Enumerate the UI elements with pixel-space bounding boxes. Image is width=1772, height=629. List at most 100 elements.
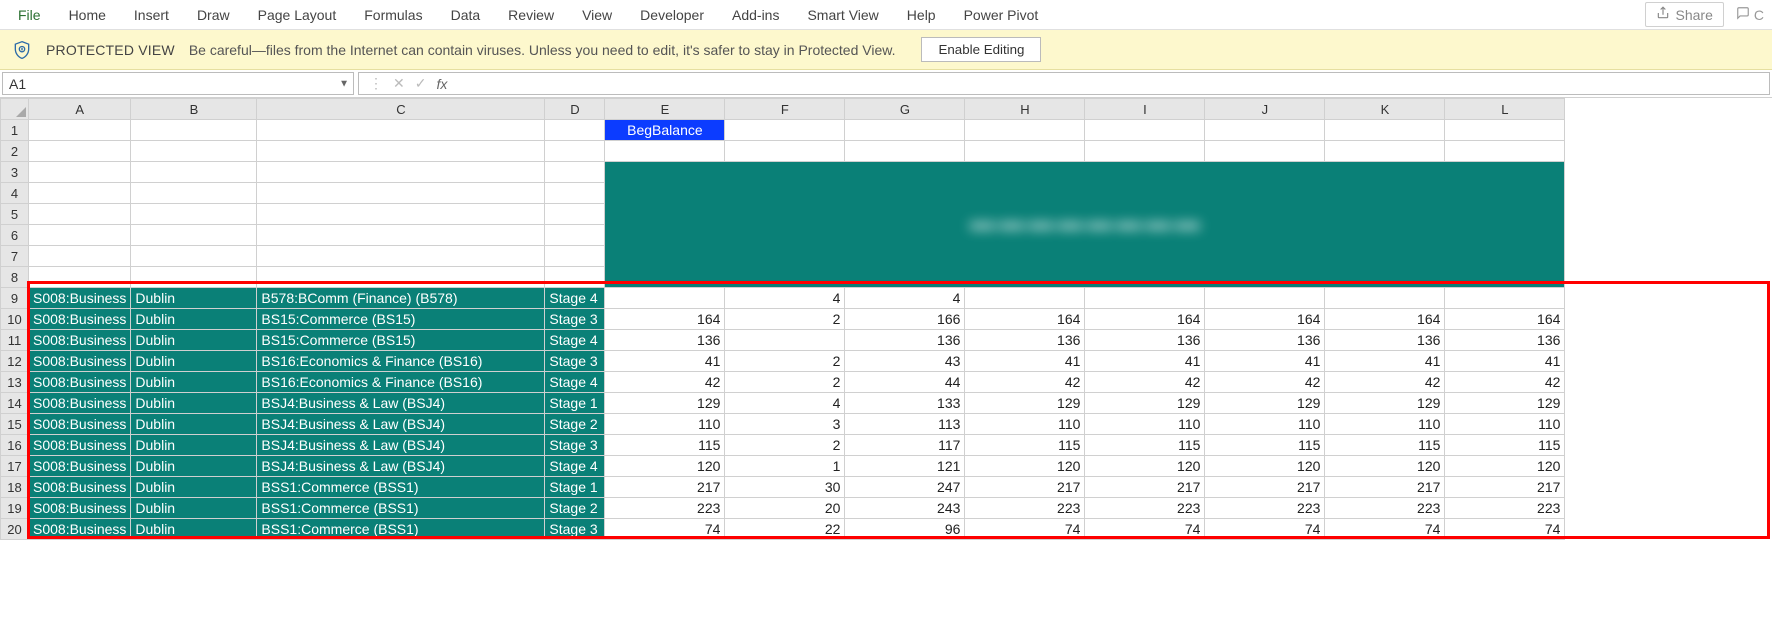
cell[interactable]: 74 (1445, 519, 1565, 540)
col-header-l[interactable]: L (1445, 99, 1565, 120)
cell[interactable] (1085, 288, 1205, 309)
cell[interactable]: 136 (845, 330, 965, 351)
header-band[interactable]: ■■■ ■■■ ■■■ ■■■ ■■■ ■■■ ■■■ ■■■ (605, 162, 1565, 288)
cell[interactable]: 129 (605, 393, 725, 414)
cell[interactable]: 43 (845, 351, 965, 372)
col-header-d[interactable]: D (545, 99, 605, 120)
cell[interactable]: Stage 3 (545, 435, 605, 456)
cell[interactable]: 136 (965, 330, 1085, 351)
cell[interactable]: BSS1:Commerce (BSS1) (257, 477, 545, 498)
cell[interactable]: S008:Business (29, 351, 131, 372)
cell[interactable]: 223 (605, 498, 725, 519)
cell[interactable]: 247 (845, 477, 965, 498)
cell[interactable]: Dublin (131, 456, 257, 477)
row-header[interactable]: 3 (1, 162, 29, 183)
fx-icon[interactable]: fx (436, 76, 447, 92)
cell[interactable]: 223 (1445, 498, 1565, 519)
row-header[interactable]: 8 (1, 267, 29, 288)
cell[interactable]: 129 (1085, 393, 1205, 414)
row-header[interactable]: 17 (1, 456, 29, 477)
spreadsheet-grid[interactable]: A B C D E F G H I J K L 1 BegBalance (0, 98, 1772, 540)
cell[interactable]: 110 (1085, 414, 1205, 435)
cell[interactable] (545, 141, 605, 162)
cell[interactable] (725, 330, 845, 351)
cell[interactable] (131, 204, 257, 225)
cell[interactable]: 129 (1325, 393, 1445, 414)
row-header[interactable]: 12 (1, 351, 29, 372)
cell[interactable]: 2 (725, 435, 845, 456)
cell[interactable]: 164 (1325, 309, 1445, 330)
cell[interactable]: 120 (1085, 456, 1205, 477)
cell[interactable]: Stage 3 (545, 309, 605, 330)
cell[interactable]: 42 (965, 372, 1085, 393)
cell[interactable]: 217 (605, 477, 725, 498)
cell[interactable]: S008:Business (29, 456, 131, 477)
cell[interactable]: Stage 2 (545, 414, 605, 435)
cell[interactable]: 223 (1085, 498, 1205, 519)
formula-cancel-icon[interactable]: ✕ (393, 75, 405, 92)
cell[interactable]: 41 (965, 351, 1085, 372)
cell[interactable]: S008:Business (29, 288, 131, 309)
cell[interactable]: 110 (1445, 414, 1565, 435)
cell[interactable] (545, 162, 605, 183)
cell[interactable]: 115 (965, 435, 1085, 456)
cell[interactable] (131, 246, 257, 267)
row-header[interactable]: 19 (1, 498, 29, 519)
cell[interactable]: 121 (845, 456, 965, 477)
cell[interactable] (1445, 120, 1565, 141)
cell[interactable]: 41 (1085, 351, 1205, 372)
cell[interactable] (545, 267, 605, 288)
cell[interactable] (545, 204, 605, 225)
cell[interactable] (131, 162, 257, 183)
col-header-i[interactable]: I (1085, 99, 1205, 120)
cell[interactable]: 74 (605, 519, 725, 540)
cell[interactable] (965, 141, 1085, 162)
cell[interactable]: 4 (725, 288, 845, 309)
cell[interactable]: Dublin (131, 498, 257, 519)
tab-power-pivot[interactable]: Power Pivot (950, 3, 1053, 27)
cell[interactable] (965, 120, 1085, 141)
formula-confirm-icon[interactable]: ✓ (415, 75, 427, 92)
cell[interactable] (29, 162, 131, 183)
cell[interactable]: 30 (725, 477, 845, 498)
cell[interactable]: 110 (1325, 414, 1445, 435)
cell[interactable]: S008:Business (29, 372, 131, 393)
cell[interactable]: 115 (1325, 435, 1445, 456)
cell[interactable] (1325, 141, 1445, 162)
cell[interactable] (1205, 120, 1325, 141)
cell[interactable] (1325, 120, 1445, 141)
col-header-c[interactable]: C (257, 99, 545, 120)
cell[interactable] (1325, 288, 1445, 309)
cell[interactable]: 217 (965, 477, 1085, 498)
cell[interactable]: 136 (1445, 330, 1565, 351)
cell[interactable]: BS16:Economics & Finance (BS16) (257, 351, 545, 372)
cell[interactable]: 110 (1205, 414, 1325, 435)
cell[interactable] (29, 267, 131, 288)
cell[interactable] (845, 120, 965, 141)
cell[interactable]: 42 (1205, 372, 1325, 393)
cell[interactable]: BSJ4:Business & Law (BSJ4) (257, 435, 545, 456)
cell[interactable]: 129 (1205, 393, 1325, 414)
cell[interactable] (257, 120, 545, 141)
cell[interactable]: Dublin (131, 351, 257, 372)
cell[interactable]: BSS1:Commerce (BSS1) (257, 519, 545, 540)
cell[interactable]: Dublin (131, 372, 257, 393)
cell[interactable]: 120 (965, 456, 1085, 477)
cell[interactable]: Stage 4 (545, 456, 605, 477)
cell[interactable] (545, 225, 605, 246)
cell[interactable] (29, 246, 131, 267)
tab-insert[interactable]: Insert (120, 3, 183, 27)
row-header[interactable]: 1 (1, 120, 29, 141)
col-header-g[interactable]: G (845, 99, 965, 120)
cell[interactable]: S008:Business (29, 414, 131, 435)
cell[interactable]: Stage 3 (545, 351, 605, 372)
cell[interactable]: 2 (725, 372, 845, 393)
cell[interactable]: Dublin (131, 330, 257, 351)
cell[interactable] (29, 225, 131, 246)
cell[interactable] (131, 225, 257, 246)
select-all-corner[interactable] (1, 99, 29, 120)
cell[interactable] (1085, 120, 1205, 141)
col-header-a[interactable]: A (29, 99, 131, 120)
formula-expand-icon[interactable]: ⋮ (369, 75, 383, 92)
cell[interactable]: 3 (725, 414, 845, 435)
